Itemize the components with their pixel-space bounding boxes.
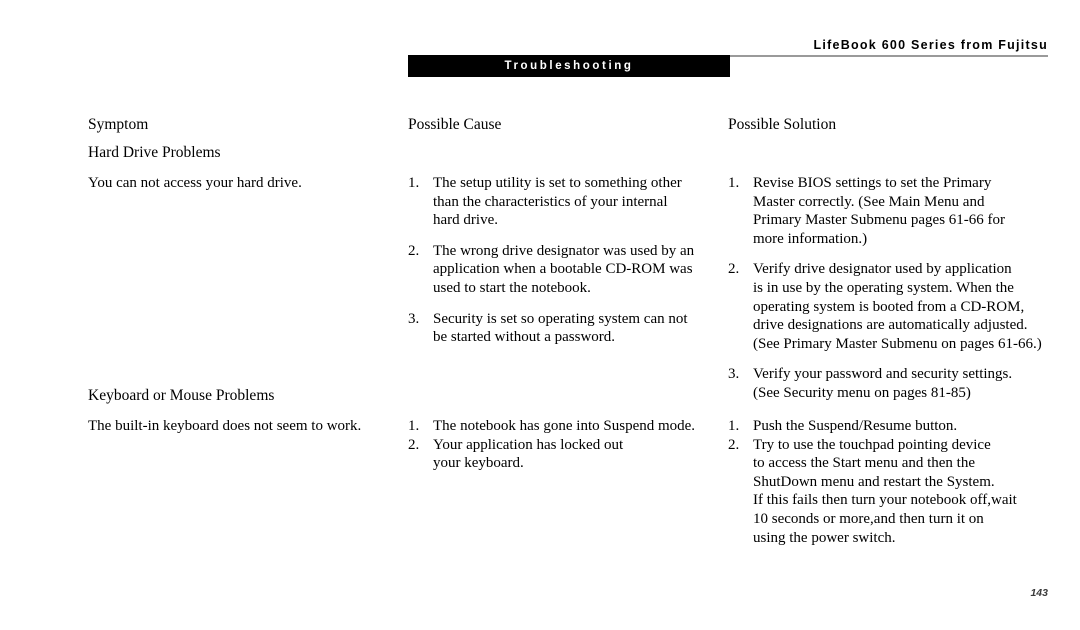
list-item-number: 1. [728, 175, 740, 191]
section-group-title: Keyboard or Mouse Problems [88, 387, 275, 404]
list-item-number: 1. [408, 175, 420, 191]
list-item-line: Try to use the touchpad pointing device [753, 436, 991, 453]
symptom-text: The built-in keyboard does not seem to w… [88, 418, 362, 434]
possible-solution-list: 1. Revise BIOS settings to set the Primar… [728, 174, 1044, 403]
column-header-symptom: Symptom [88, 116, 149, 133]
list-item: 3. Security is set so operating system ca… [408, 310, 714, 347]
list-item: 2. Your application has locked out your ke… [408, 436, 714, 473]
list-item-line: operating system is booted from a CD-ROM… [753, 298, 1025, 315]
list-item: 3. Verify your password and security sett… [728, 365, 1044, 402]
list-item-text: Your application has locked out your keyb… [433, 436, 714, 473]
list-item-line: Verify drive designator used by applicat… [753, 261, 1012, 278]
possible-solution-list: 1. Push the Suspend/Resume button. 2. Try t… [728, 417, 1044, 547]
list-item-line: (See Security menu on pages 81-85) [753, 384, 971, 401]
list-item-line: The setup utility is set to something ot… [433, 175, 682, 191]
page-content: Symptom Possible Cause Possible Solution… [0, 0, 1080, 630]
list-item-line: than the characteristics of your interna… [433, 193, 668, 210]
list-item-line: be started without a password. [433, 329, 616, 346]
section-group-title: Hard Drive Problems [88, 144, 221, 161]
list-item-text: The wrong drive designator was used by a… [433, 242, 714, 298]
list-item-line: used to start the notebook. [433, 279, 591, 296]
list-item-line: Primary Master Submenu pages 61-66 for [753, 212, 1006, 229]
list-item-line: your keyboard. [433, 455, 524, 472]
list-item-text: Try to use the touchpad pointing device t… [753, 436, 1044, 548]
list-item: 1. The setup utility is set to something … [408, 174, 714, 230]
list-item-line: is in use by the operating system. When … [753, 279, 1014, 296]
list-item-number: 3. [408, 310, 420, 327]
symptom-text: You can not access your hard drive. [88, 175, 302, 191]
list-item-line: ShutDown menu and restart the System. [753, 473, 995, 490]
list-item: 1. Revise BIOS settings to set the Primar… [728, 174, 1044, 248]
list-item-line: The notebook has gone into Suspend mode. [433, 418, 696, 434]
list-item: 1. The notebook has gone into Suspend mod… [408, 417, 714, 436]
list-item-text: Push the Suspend/Resume button. [753, 417, 1044, 436]
list-item-line: Master correctly. (See Main Menu and [753, 193, 985, 210]
list-item-line: (See Primary Master Submenu on pages 61-… [753, 335, 1042, 352]
list-item-line: Security is set so operating system can … [433, 310, 688, 327]
list-item: 2. Try to use the touchpad pointing devic… [728, 436, 1044, 548]
list-item-line: application when a bootable CD-ROM was [433, 261, 693, 278]
list-item-text: The setup utility is set to something ot… [433, 174, 714, 230]
possible-cause-list: 1. The notebook has gone into Suspend mod… [408, 417, 714, 473]
list-item-line: hard drive. [433, 212, 498, 229]
list-item-number: 2. [728, 261, 740, 278]
list-item-number: 2. [408, 436, 420, 453]
list-item-line: to access the Start menu and then the [753, 455, 976, 472]
list-item-text: Security is set so operating system can … [433, 310, 714, 347]
list-item-text: Verify drive designator used by applicat… [753, 260, 1044, 353]
list-item-number: 1. [728, 418, 740, 434]
list-item-text: Revise BIOS settings to set the Primary M… [753, 174, 1044, 248]
list-item-number: 3. [728, 366, 740, 383]
list-item-text: The notebook has gone into Suspend mode. [433, 417, 714, 436]
list-item-line: 10 seconds or more,and then turn it on [753, 510, 984, 527]
page-number: 143 [1030, 587, 1048, 599]
column-header-possible-cause: Possible Cause [408, 116, 502, 133]
list-item: 2. The wrong drive designator was used by… [408, 242, 714, 298]
list-item-number: 2. [408, 242, 420, 259]
list-item-line: using the power switch. [753, 529, 896, 546]
possible-cause-list: 1. The setup utility is set to something … [408, 174, 714, 347]
list-item: 1. Push the Suspend/Resume button. [728, 417, 1044, 436]
list-item-line: Verify your password and security settin… [753, 366, 1013, 383]
list-item-line: Push the Suspend/Resume button. [753, 418, 958, 434]
list-item-line: Revise BIOS settings to set the Primary [753, 175, 992, 191]
list-item-number: 1. [408, 418, 420, 434]
list-item-line: If this fails then turn your notebook of… [753, 492, 1017, 509]
list-item: 2. Verify drive designator used by applic… [728, 260, 1044, 353]
list-item-line: Your application has locked out [433, 436, 624, 453]
list-item-line: more information.) [753, 230, 868, 247]
list-item-number: 2. [728, 436, 740, 453]
list-item-line: drive designations are automatically adj… [753, 317, 1028, 334]
column-header-possible-solution: Possible Solution [728, 116, 837, 133]
list-item-line: The wrong drive designator was used by a… [433, 242, 695, 259]
list-item-text: Verify your password and security settin… [753, 365, 1044, 402]
